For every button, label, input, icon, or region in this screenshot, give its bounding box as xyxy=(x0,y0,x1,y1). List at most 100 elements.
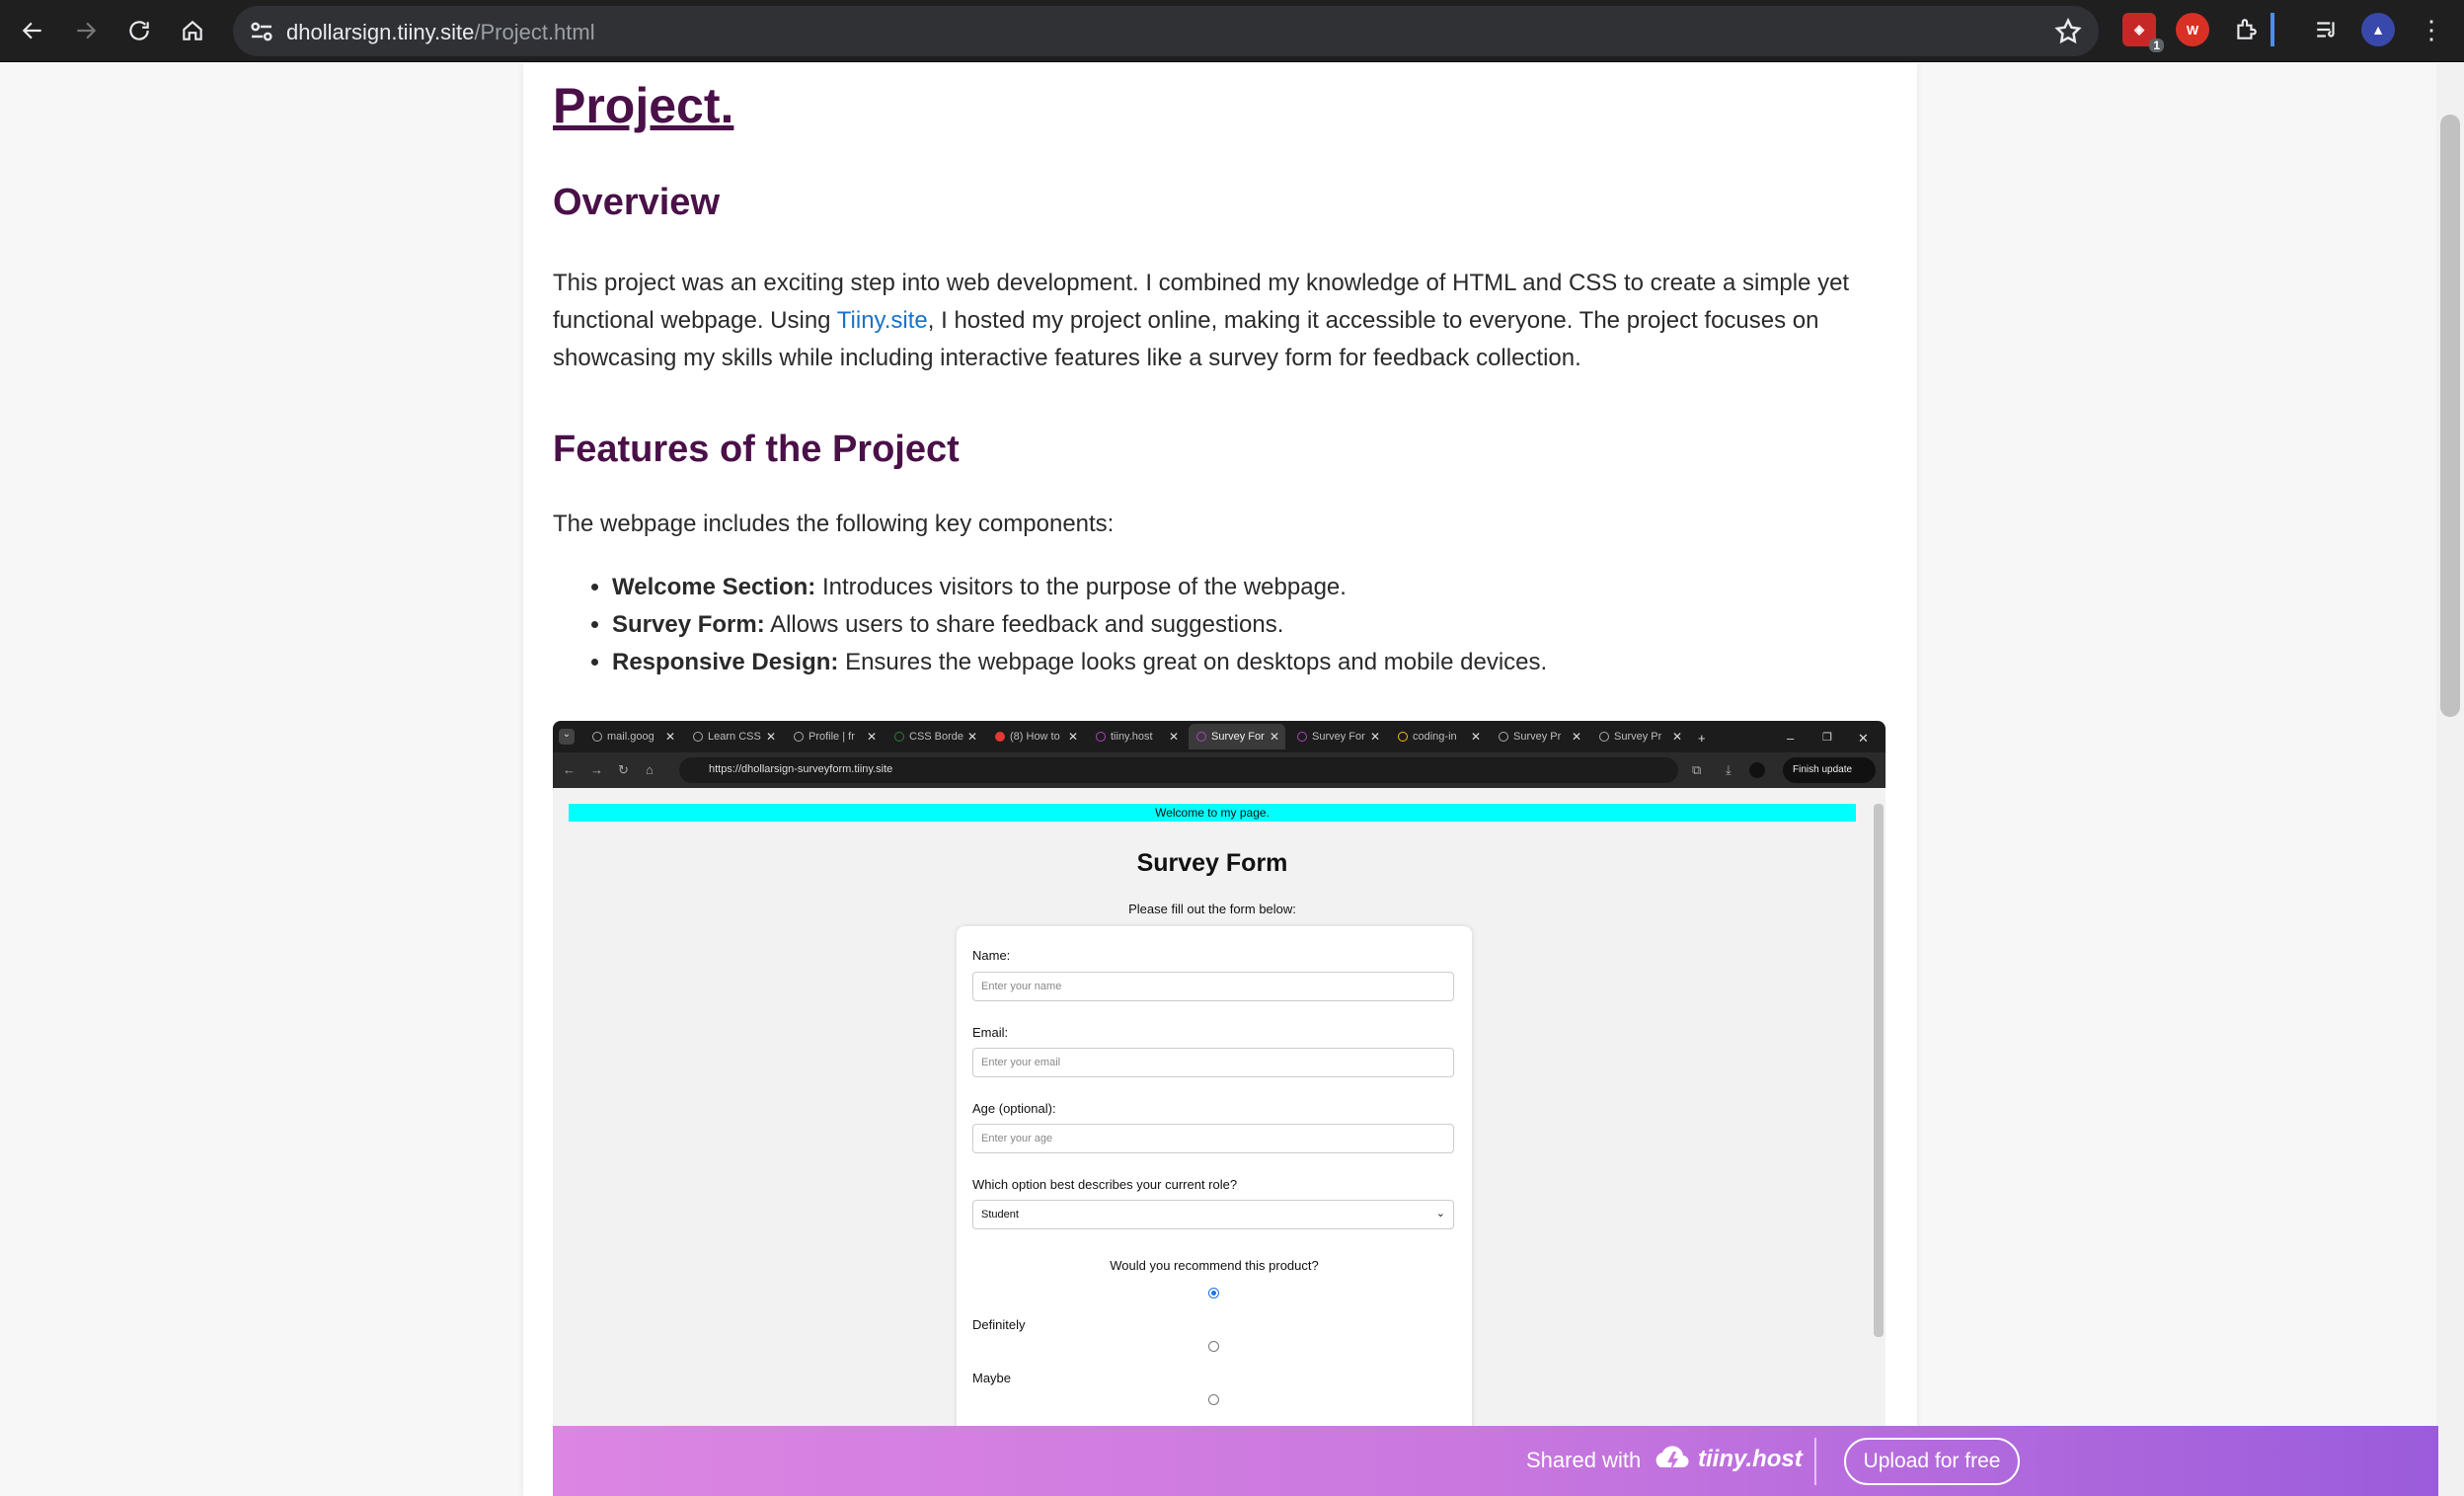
forward-button[interactable] xyxy=(65,10,107,51)
tab-label: Survey Pr xyxy=(1614,731,1662,743)
queue-music-icon xyxy=(2317,22,2335,38)
radio-option-definitely xyxy=(1208,1341,1219,1352)
screenshot-scrollbar xyxy=(1874,804,1884,1337)
welcome-banner: Welcome to my page. xyxy=(569,804,1856,822)
home-icon xyxy=(183,20,202,40)
email-label: Email: xyxy=(972,1025,1009,1040)
features-heading: Features of the Project xyxy=(553,429,960,470)
puzzle-icon: ⧉ xyxy=(1692,762,1702,777)
tab-label: CSS Borde xyxy=(909,731,964,743)
reload-button[interactable] xyxy=(118,10,160,51)
tiiny-host-banner: Shared with tiiny.host Upload for free xyxy=(553,1426,2438,1496)
list-item: Responsive Design: Ensures the webpage l… xyxy=(612,644,1547,681)
restore-icon: ❐ xyxy=(1822,732,1832,744)
name-label: Name: xyxy=(972,948,1011,963)
puzzle-icon xyxy=(2237,19,2257,39)
shared-with-text: Shared with xyxy=(1526,1448,1642,1472)
overview-paragraph: This project was an exciting step into w… xyxy=(553,265,1886,377)
page-title[interactable]: Project. xyxy=(553,77,733,134)
avatar xyxy=(1749,762,1765,778)
recommend-question: Would you recommend this product? xyxy=(1110,1258,1319,1273)
media-queue-icon[interactable] xyxy=(2310,13,2344,46)
features-intro: The webpage includes the following key c… xyxy=(553,511,1115,537)
article-content: Project. Overview This project was an ex… xyxy=(523,63,1917,1496)
scrollbar-thumb[interactable] xyxy=(2440,115,2460,717)
survey-form-card: Name: Enter your name Email: Enter your … xyxy=(957,926,1472,1496)
site-settings-icon[interactable] xyxy=(247,17,276,46)
feature-text: Introduces visitors to the purpose of th… xyxy=(815,574,1347,600)
home-button[interactable] xyxy=(172,10,213,51)
close-icon: ✕ xyxy=(664,730,675,744)
reload-icon: ↻ xyxy=(618,762,629,777)
screenshot-tab-strip: ⌄ mail.goog ✕ Learn CSS ✕ Profile | fr ✕ CS… xyxy=(553,721,1886,752)
feature-title: Responsive Design: xyxy=(612,649,839,675)
tab-label: (8) How to xyxy=(1010,731,1060,743)
close-icon: ✕ xyxy=(1671,730,1682,744)
browser-toolbar: dhollarsign.tiiny.site/Project.html ◈ 1 … xyxy=(0,0,2464,62)
back-button[interactable] xyxy=(12,10,53,51)
back-arrow-icon xyxy=(22,22,41,39)
screenshot-tab: (8) How to ✕ xyxy=(987,724,1084,749)
finish-update-label: Finish update xyxy=(1793,764,1853,775)
bookmark-star-icon[interactable] xyxy=(2053,17,2083,46)
role-select-value: Student xyxy=(981,1209,1019,1220)
forward-arrow-icon xyxy=(77,22,97,39)
shield-extension-icon[interactable]: ◈ 1 xyxy=(2122,13,2164,52)
url-text[interactable]: dhollarsign.tiiny.site/Project.html xyxy=(286,20,595,45)
shield-glyph: ◈ xyxy=(2134,22,2144,37)
w-extension-icon[interactable]: W xyxy=(2176,13,2209,46)
tab-label: Survey For xyxy=(1312,731,1365,743)
tiiny-host-brand[interactable]: tiiny.host xyxy=(1698,1446,1803,1473)
option-definitely-label: Definitely xyxy=(972,1317,1026,1332)
screenshot-tab: tiiny.host ✕ xyxy=(1088,724,1185,749)
reload-icon xyxy=(129,21,149,40)
screenshot-address-bar: https://dhollarsign-surveyform.tiiny.sit… xyxy=(679,757,1678,783)
name-field: Enter your name xyxy=(972,972,1454,1001)
page-scrollbar[interactable] xyxy=(2436,63,2464,1496)
survey-form-title: Survey Form xyxy=(1136,849,1288,877)
tab-label: tiiny.host xyxy=(1111,731,1153,743)
profile-glyph: ▲ xyxy=(2371,22,2385,38)
toolbar-divider xyxy=(2271,13,2274,46)
chevron-down-icon: ⌄ xyxy=(1435,1208,1445,1220)
back-arrow-icon: ← xyxy=(563,762,576,777)
close-icon: ✕ xyxy=(1369,730,1380,744)
screenshot-tab: CSS Borde ✕ xyxy=(886,724,983,749)
close-icon: ✕ xyxy=(1269,730,1279,744)
download-icon: ⤓ xyxy=(1726,762,1732,777)
close-icon: ✕ xyxy=(866,730,877,744)
option-maybe-label: Maybe xyxy=(972,1371,1012,1385)
window-close-icon: ✕ xyxy=(1858,731,1869,746)
email-field: Enter your email xyxy=(972,1048,1454,1077)
tab-label: Learn CSS xyxy=(708,731,761,743)
profile-avatar[interactable]: ▲ xyxy=(2361,13,2395,46)
feature-title: Welcome Section: xyxy=(612,574,816,600)
w-extension-label: W xyxy=(2186,22,2199,38)
survey-form-screenshot: ⌄ mail.goog ✕ Learn CSS ✕ Profile | fr ✕ CS… xyxy=(553,721,1886,1496)
age-label: Age (optional): xyxy=(972,1101,1056,1116)
role-label: Which option best describes your current… xyxy=(972,1177,1238,1192)
screenshot-tab: Learn CSS ✕ xyxy=(685,724,782,749)
upload-for-free-button[interactable]: Upload for free xyxy=(1844,1438,2020,1485)
feature-title: Survey Form: xyxy=(612,611,765,638)
tab-search-icon: ⌄ xyxy=(559,729,575,745)
screenshot-tab: Survey Pr ✕ xyxy=(1591,724,1688,749)
browser-menu-icon[interactable]: ⋮ xyxy=(2415,13,2448,46)
age-field: Enter your age xyxy=(972,1124,1454,1153)
screenshot-tab: Survey For ✕ xyxy=(1289,724,1386,749)
screenshot-tab: coding-in ✕ xyxy=(1390,724,1487,749)
tiiny-site-link[interactable]: Tiiny.site xyxy=(837,307,928,334)
role-select: Student ⌄ xyxy=(972,1200,1454,1229)
close-icon: ✕ xyxy=(1571,730,1581,744)
close-icon: ✕ xyxy=(765,730,776,744)
close-icon: ✕ xyxy=(1067,730,1078,744)
screenshot-tab: Profile | fr ✕ xyxy=(786,724,883,749)
screenshot-tab: mail.goog ✕ xyxy=(584,724,681,749)
tab-label: Profile | fr xyxy=(808,731,855,743)
tab-label: Survey For xyxy=(1211,731,1265,743)
finish-update-button: Finish update xyxy=(1783,757,1876,783)
extensions-puzzle-icon[interactable] xyxy=(2229,13,2263,46)
address-bar[interactable]: dhollarsign.tiiny.site/Project.html xyxy=(233,6,2099,56)
survey-form-subtitle: Please fill out the form below: xyxy=(1128,902,1296,916)
list-item: Survey Form: Allows users to share feedb… xyxy=(612,606,1547,644)
